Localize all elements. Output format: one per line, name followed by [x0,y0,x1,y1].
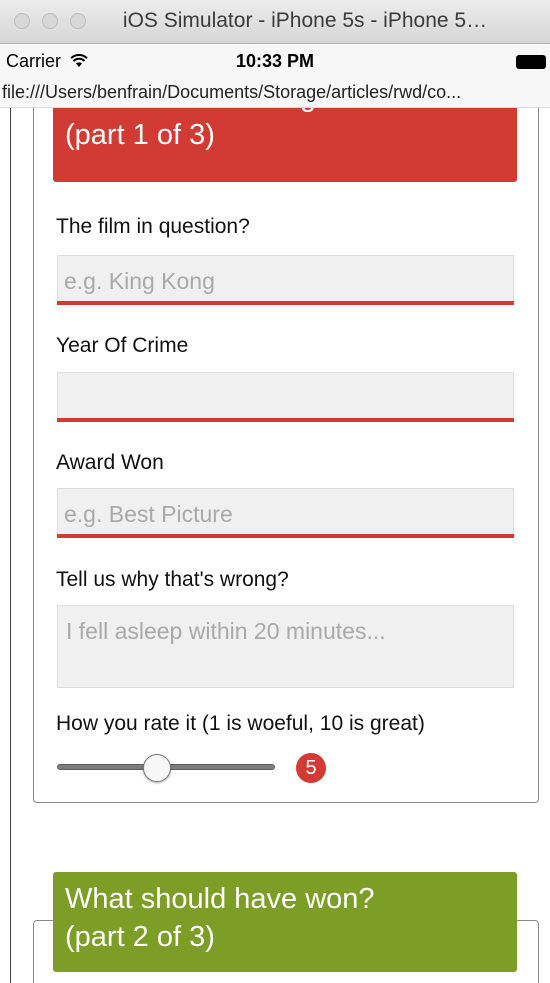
reason-textarea[interactable]: I fell asleep within 20 minutes... [57,605,514,688]
page-viewport: About the offending film (part 1 of 3) T… [0,108,550,983]
film-input-underline [57,301,514,305]
legend-part-1-title: About the offending film [65,108,505,116]
award-label: Award Won [56,451,164,474]
battery-icon [516,55,546,69]
rating-slider-thumb[interactable] [143,754,171,782]
film-label: The film in question? [56,215,250,238]
year-input[interactable] [57,372,514,422]
page-left-border [10,108,11,983]
award-placeholder: e.g. Best Picture [64,501,233,527]
legend-part-1-subtitle: (part 1 of 3) [65,119,215,151]
film-input[interactable]: e.g. King Kong [57,255,514,305]
year-input-underline [57,418,514,422]
legend-part-1: About the offending film (part 1 of 3) [53,108,517,182]
rating-value-badge: 5 [296,753,326,783]
legend-part-2: What should have won? (part 2 of 3) [53,872,517,972]
status-time: 10:33 PM [235,51,315,71]
legend-part-2-subtitle: (part 2 of 3) [65,921,215,953]
legend-part-2-title: What should have won? [65,883,375,915]
award-input-underline [57,534,514,538]
rating-label: How you rate it (1 is woeful, 10 is grea… [56,712,425,735]
window-title: iOS Simulator - iPhone 5s - iPhone 5… [122,9,488,32]
url-bar[interactable]: file:///Users/benfrain/Documents/Storage… [0,78,550,108]
window-titlebar: iOS Simulator - iPhone 5s - iPhone 5… [0,0,550,44]
reason-label: Tell us why that's wrong? [56,568,289,591]
reason-placeholder: I fell asleep within 20 minutes... [66,618,386,644]
url-text[interactable]: file:///Users/benfrain/Documents/Storage… [2,82,461,103]
ios-status-bar: Carrier 10:33 PM [0,44,550,78]
year-label: Year Of Crime [56,334,189,357]
film-placeholder: e.g. King Kong [64,268,215,294]
award-input[interactable]: e.g. Best Picture [57,488,514,538]
